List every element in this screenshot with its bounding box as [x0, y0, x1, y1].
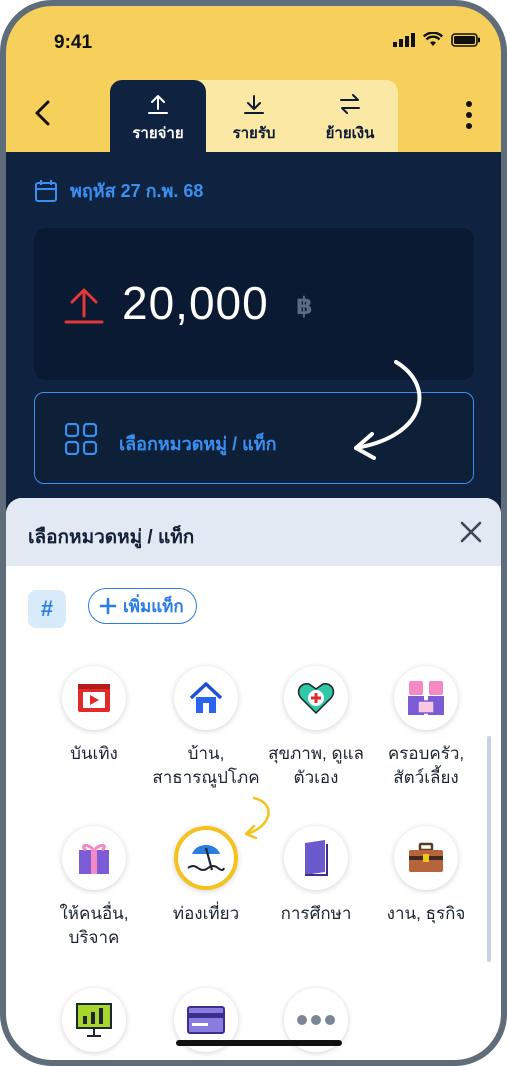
category-circle	[174, 666, 238, 730]
category-circle	[394, 826, 458, 890]
category-label-line1: ครอบครัว,	[387, 744, 465, 763]
more-dots-icon	[297, 1015, 335, 1025]
category-label: สุขภาพ, ดูแล ตัวเอง	[268, 742, 364, 790]
tab-income[interactable]: รายรับ	[206, 80, 302, 152]
hashtag-button[interactable]: #	[28, 590, 66, 628]
house-icon	[189, 682, 223, 713]
briefcase-icon	[409, 842, 443, 872]
plus-icon	[99, 597, 117, 615]
category-label-line2: บริจาค	[68, 928, 120, 947]
category-label: ให้คนอื่น, บริจาค	[59, 902, 128, 950]
category-label: บ้าน, สาธารณูปโภค	[152, 742, 259, 790]
book-icon	[305, 840, 328, 876]
signal-icon	[393, 32, 415, 47]
category-investment[interactable]	[38, 988, 150, 1052]
phone-frame: 9:41 รายจ่าย รายรับ ย้ายเงิน พฤหัส 27 ก.…	[0, 0, 507, 1066]
sheet-header: เลือกหมวดหมู่ / แท็ก	[6, 498, 501, 566]
add-tag-label: เพิ่มแท็ก	[123, 596, 184, 616]
upload-icon	[148, 95, 168, 114]
category-label: ครอบครัว, สัตว์เลี้ยง	[388, 742, 464, 790]
add-tag-button[interactable]: เพิ่มแท็ก	[88, 588, 197, 624]
wifi-icon	[423, 32, 443, 46]
category-health[interactable]: สุขภาพ, ดูแล ตัวเอง	[260, 666, 372, 790]
category-home-utilities[interactable]: บ้าน, สาธารณูปโภค	[150, 666, 262, 790]
scrollbar[interactable]	[487, 736, 491, 962]
hint-arrow-icon	[354, 360, 422, 460]
category-giving-donation[interactable]: ให้คนอื่น, บริจาค	[38, 826, 150, 950]
category-circle	[62, 826, 126, 890]
category-label-line2: ตัวเอง	[293, 768, 339, 787]
travel-hint-arrow-icon	[244, 796, 270, 840]
top-bar: 9:41 รายจ่าย รายรับ ย้ายเงิน	[6, 6, 501, 152]
tab-transfer[interactable]: ย้ายเงิน	[302, 80, 398, 152]
category-label: บันเทิง	[70, 744, 118, 763]
download-icon	[244, 95, 264, 114]
back-button[interactable]	[28, 98, 58, 128]
battery-icon	[451, 32, 480, 47]
amount-value: 20,000	[122, 277, 269, 329]
currency-symbol: ฿	[296, 293, 313, 320]
category-label-line1: สุขภาพ, ดูแล	[268, 744, 364, 763]
category-label-line1: ให้คนอื่น,	[59, 904, 129, 923]
category-label-line1: บ้าน,	[187, 744, 225, 763]
tab-transfer-label: ย้ายเงิน	[325, 125, 375, 142]
home-indicator[interactable]	[176, 1040, 342, 1046]
category-label: งาน, ธุรกิจ	[386, 904, 466, 923]
category-label-line2: สาธารณูปโภค	[152, 768, 260, 787]
beach-umbrella-icon	[187, 845, 225, 871]
status-icons	[393, 32, 481, 47]
category-circle	[284, 666, 348, 730]
expense-arrow-icon	[64, 288, 104, 324]
video-icon	[78, 684, 110, 712]
family-pet-icon	[408, 681, 444, 715]
category-circle-selected	[174, 826, 238, 890]
sheet-title: เลือกหมวดหมู่ / แท็ก	[28, 527, 195, 548]
close-icon[interactable]	[459, 520, 483, 544]
tab-income-label: รายรับ	[232, 125, 276, 142]
category-field-label: เลือกหมวดหมู่ / แท็ก	[119, 434, 277, 454]
category-label: การศึกษา	[280, 904, 352, 923]
more-menu-button[interactable]	[459, 98, 479, 132]
category-bottom-sheet: เลือกหมวดหมู่ / แท็ก # เพิ่มแท็ก บันเทิง…	[6, 498, 501, 1060]
health-heart-icon	[297, 682, 335, 715]
tab-expense-label: รายจ่าย	[132, 125, 184, 142]
chart-board-icon	[76, 1003, 112, 1037]
transaction-type-tabs: รายจ่าย รายรับ ย้ายเงิน	[110, 80, 398, 152]
tab-expense[interactable]: รายจ่าย	[110, 80, 206, 152]
date-selector[interactable]: พฤหัส 27 ก.พ. 68	[34, 176, 203, 205]
category-circle	[394, 666, 458, 730]
category-circle	[62, 666, 126, 730]
date-text: พฤหัส 27 ก.พ. 68	[70, 181, 204, 201]
category-label: ท่องเที่ยว	[172, 904, 240, 923]
transfer-icon	[340, 94, 360, 114]
category-circle	[62, 988, 126, 1052]
category-circle	[284, 826, 348, 890]
category-work-business[interactable]: งาน, ธุรกิจ	[370, 826, 482, 926]
category-entertainment[interactable]: บันเทิง	[38, 666, 150, 766]
status-time: 9:41	[54, 32, 93, 53]
category-family-pets[interactable]: ครอบครัว, สัตว์เลี้ยง	[370, 666, 482, 790]
gift-icon	[79, 843, 109, 874]
credit-card-icon	[187, 1006, 225, 1034]
grid-icon	[65, 423, 97, 455]
category-label-line2: สัตว์เลี้ยง	[393, 768, 459, 787]
calendar-icon	[35, 179, 57, 202]
